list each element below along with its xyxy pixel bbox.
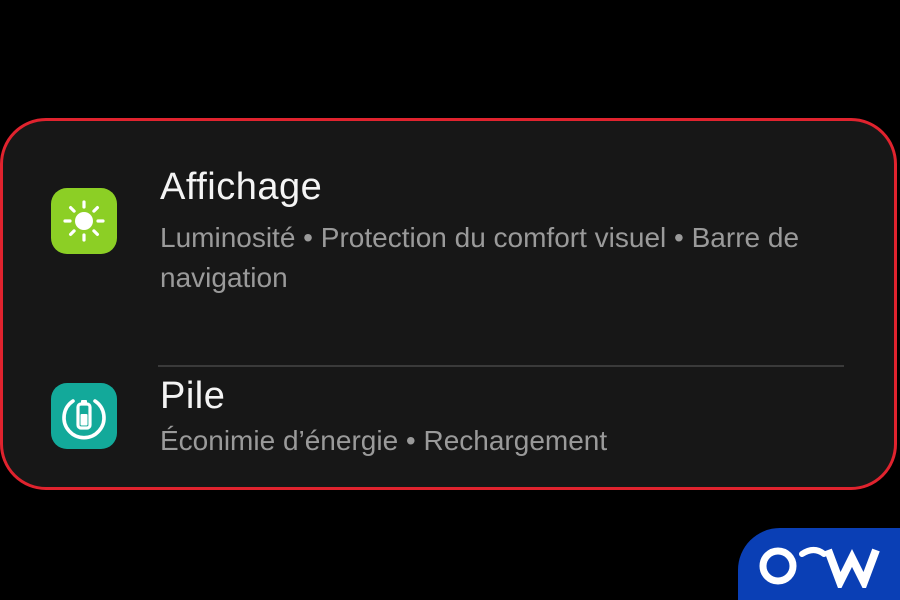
settings-item-subtitle: Éconimie d’énergie • Rechargement xyxy=(160,425,608,456)
watermark-logo xyxy=(738,528,900,600)
settings-item-subtitle: Luminosité • Protection du comfort visue… xyxy=(160,222,800,293)
settings-card: Affichage Luminosité • Protection du com… xyxy=(0,118,897,490)
screen: Affichage Luminosité • Protection du com… xyxy=(0,0,900,600)
settings-item-title: Pile xyxy=(160,375,226,417)
o-w-logo-icon xyxy=(759,547,880,588)
settings-item-display[interactable]: Affichage Luminosité • Protection du com… xyxy=(3,159,894,367)
settings-item-text: Affichage Luminosité • Protection du com… xyxy=(160,164,854,298)
battery-care-icon xyxy=(51,383,117,449)
brightness-sun-icon xyxy=(51,188,117,254)
settings-item-battery[interactable]: Pile Éconimie d’énergie • Rechargement xyxy=(3,367,894,477)
settings-item-title: Affichage xyxy=(160,166,323,208)
settings-item-text: Pile Éconimie d’énergie • Rechargement xyxy=(160,373,854,461)
